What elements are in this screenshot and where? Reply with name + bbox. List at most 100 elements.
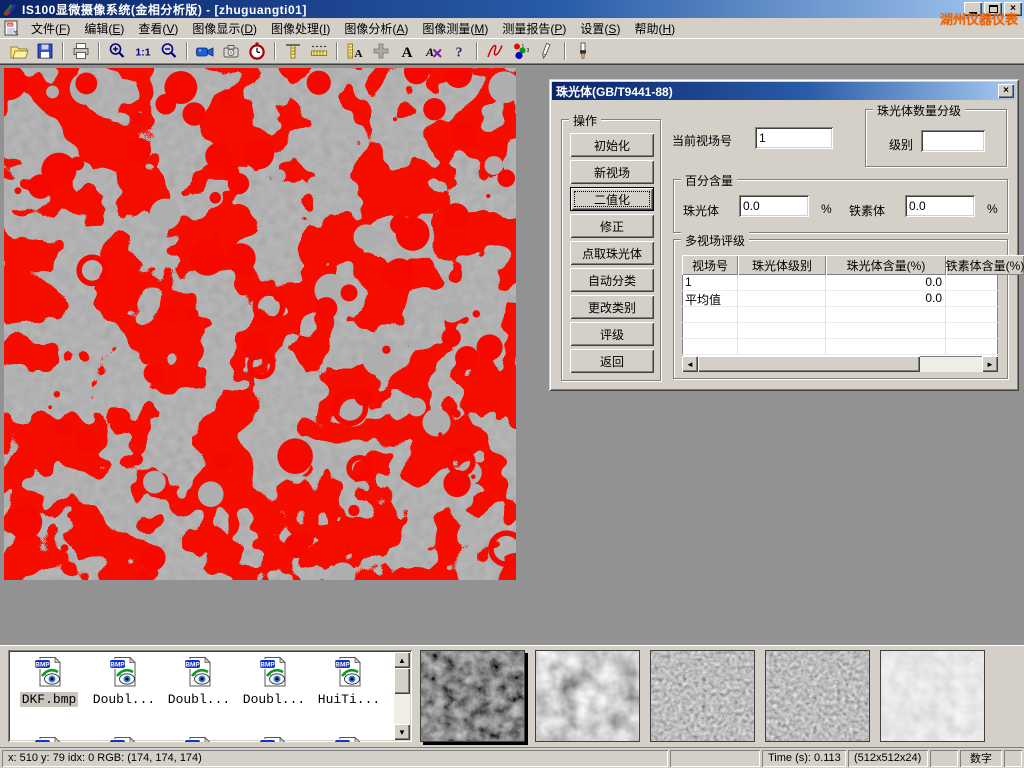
zoom-in-icon[interactable] xyxy=(105,40,129,62)
scrollbar-thumb[interactable] xyxy=(698,356,920,372)
text-annotation-icon[interactable]: A xyxy=(395,40,419,62)
camera-capture-icon[interactable] xyxy=(219,40,243,62)
pen-tool-icon[interactable] xyxy=(535,40,559,62)
print-icon[interactable] xyxy=(69,40,93,62)
pearlite-percent-input[interactable] xyxy=(739,195,809,217)
menu-item-6[interactable]: 图像分析(A) xyxy=(337,18,415,39)
op-button-6[interactable]: 自动分类 xyxy=(570,268,654,292)
thumbnail-specimen-2[interactable] xyxy=(535,650,640,742)
bmp-file-icon[interactable]: BMP xyxy=(14,655,84,692)
scroll-down-icon[interactable]: ▼ xyxy=(394,724,410,740)
ferrite-percent-input[interactable] xyxy=(905,195,975,217)
file-item[interactable]: BMPDoubl... xyxy=(89,655,159,707)
table-row[interactable] xyxy=(682,307,998,323)
op-button-8[interactable]: 评级 xyxy=(570,322,654,346)
file-item[interactable]: BMPDoubl... xyxy=(164,655,234,707)
thumbnail-specimen-5[interactable] xyxy=(880,650,985,742)
menu-item-8[interactable]: 测量报告(P) xyxy=(495,18,573,39)
save-file-icon[interactable] xyxy=(33,40,57,62)
menu-item-10[interactable]: 帮助(H) xyxy=(627,18,682,39)
bmp-file-icon[interactable]: BMP xyxy=(164,735,234,742)
curve-tool-icon[interactable] xyxy=(483,40,507,62)
move-tool-icon[interactable] xyxy=(369,40,393,62)
file-name[interactable]: DKF.bmp xyxy=(20,692,79,707)
brush-tool-icon[interactable] xyxy=(571,40,595,62)
thumbnail-specimen-1[interactable] xyxy=(420,650,525,742)
file-list[interactable]: BMPDKF.bmpBMPDoubl...BMPDoubl...BMPDoubl… xyxy=(8,650,412,742)
file-name[interactable]: Doubl... xyxy=(91,692,157,707)
file-name[interactable]: Doubl... xyxy=(241,692,307,707)
op-button-5[interactable]: 点取珠光体 xyxy=(570,241,654,265)
file-item[interactable]: BMPDKF.bmp xyxy=(14,655,84,707)
op-button-2[interactable]: 新视场 xyxy=(570,160,654,184)
dialog-close-button[interactable]: × xyxy=(998,84,1014,98)
bmp-file-icon[interactable]: BMP xyxy=(164,655,234,692)
table-row[interactable]: 平均值0.0 xyxy=(682,291,998,307)
document-system-icon[interactable]: DOC xyxy=(3,20,20,36)
help-icon[interactable]: ? xyxy=(447,40,471,62)
maximize-button[interactable] xyxy=(984,2,1002,16)
table-row[interactable]: 10.0 xyxy=(682,275,998,291)
window-controls: × xyxy=(964,2,1022,16)
measure-vertical-icon[interactable] xyxy=(281,40,305,62)
actual-size-icon[interactable]: 1:1 xyxy=(131,40,155,62)
image-size-readout: (512x512x24) xyxy=(848,750,928,767)
menu-item-3[interactable]: 查看(V) xyxy=(131,18,185,39)
bmp-file-icon[interactable]: BMP xyxy=(89,735,159,742)
file-scrollbar-thumb[interactable] xyxy=(394,668,410,694)
svg-text:BMP: BMP xyxy=(335,742,350,743)
file-item[interactable]: BMP xyxy=(14,735,84,742)
svg-text:BMP: BMP xyxy=(260,662,275,669)
menu-item-5[interactable]: 图像处理(I) xyxy=(264,18,337,39)
file-name[interactable]: Doubl... xyxy=(166,692,232,707)
file-name[interactable]: HuiTi... xyxy=(316,692,382,707)
measure-annotate-icon[interactable]: A xyxy=(343,40,367,62)
menu-item-2[interactable]: 编辑(E) xyxy=(77,18,131,39)
op-button-1[interactable]: 初始化 xyxy=(570,133,654,157)
table-horizontal-scrollbar[interactable]: ◄ ► xyxy=(682,356,998,372)
menu-item-4[interactable]: 图像显示(D) xyxy=(185,18,264,39)
menu-item-9[interactable]: 设置(S) xyxy=(573,18,627,39)
op-button-9[interactable]: 返回 xyxy=(570,349,654,373)
file-item[interactable]: BMP xyxy=(239,735,309,742)
bmp-file-icon[interactable]: BMP xyxy=(14,735,84,742)
scroll-up-icon[interactable]: ▲ xyxy=(394,652,410,668)
delete-annotation-icon[interactable]: A xyxy=(421,40,445,62)
file-item[interactable]: BMP xyxy=(164,735,234,742)
measure-horizontal-icon[interactable] xyxy=(307,40,331,62)
menu-item-7[interactable]: 图像测量(M) xyxy=(415,18,495,39)
zoom-out-icon[interactable] xyxy=(157,40,181,62)
video-capture-icon[interactable] xyxy=(193,40,217,62)
file-list-scrollbar[interactable]: ▲ ▼ xyxy=(394,652,410,740)
file-item[interactable]: BMP Doubl... xyxy=(239,655,309,707)
op-button-3[interactable]: 二值化 xyxy=(570,187,654,211)
minimize-button[interactable] xyxy=(964,2,982,16)
current-field-input[interactable] xyxy=(755,127,833,149)
table-row[interactable] xyxy=(682,323,998,339)
close-button[interactable]: × xyxy=(1004,2,1022,16)
table-row[interactable] xyxy=(682,339,998,355)
open-file-icon[interactable] xyxy=(7,40,31,62)
op-button-7[interactable]: 更改类别 xyxy=(570,295,654,319)
timer-icon[interactable] xyxy=(245,40,269,62)
bmp-file-icon[interactable]: BMP xyxy=(314,735,384,742)
thumbnail-specimen-4[interactable] xyxy=(765,650,870,742)
svg-text:DOC: DOC xyxy=(6,23,14,27)
file-item[interactable]: BMPHuiTi... xyxy=(314,655,384,707)
bmp-file-icon[interactable]: BMP xyxy=(89,655,159,692)
level-input[interactable] xyxy=(921,130,985,152)
op-button-4[interactable]: 修正 xyxy=(570,214,654,238)
dialog-title-bar[interactable]: 珠光体(GB/T9441-88) × xyxy=(552,82,1016,100)
menu-item-1[interactable]: 文件(F) xyxy=(24,18,77,39)
file-item[interactable]: BMP xyxy=(89,735,159,742)
scroll-right-icon[interactable]: ► xyxy=(982,356,998,372)
bmp-file-icon[interactable]: BMP xyxy=(239,655,309,692)
bmp-file-icon[interactable]: BMP xyxy=(239,735,309,742)
rating-table-body[interactable]: 10.0平均值0.0 xyxy=(682,275,998,356)
file-item[interactable]: BMP xyxy=(314,735,384,742)
point-marker-icon[interactable]: 13 xyxy=(509,40,533,62)
bmp-file-icon[interactable]: BMP xyxy=(314,655,384,692)
binarized-micrograph-image[interactable] xyxy=(4,68,516,580)
thumbnail-specimen-3[interactable] xyxy=(650,650,755,742)
scroll-left-icon[interactable]: ◄ xyxy=(682,356,698,372)
